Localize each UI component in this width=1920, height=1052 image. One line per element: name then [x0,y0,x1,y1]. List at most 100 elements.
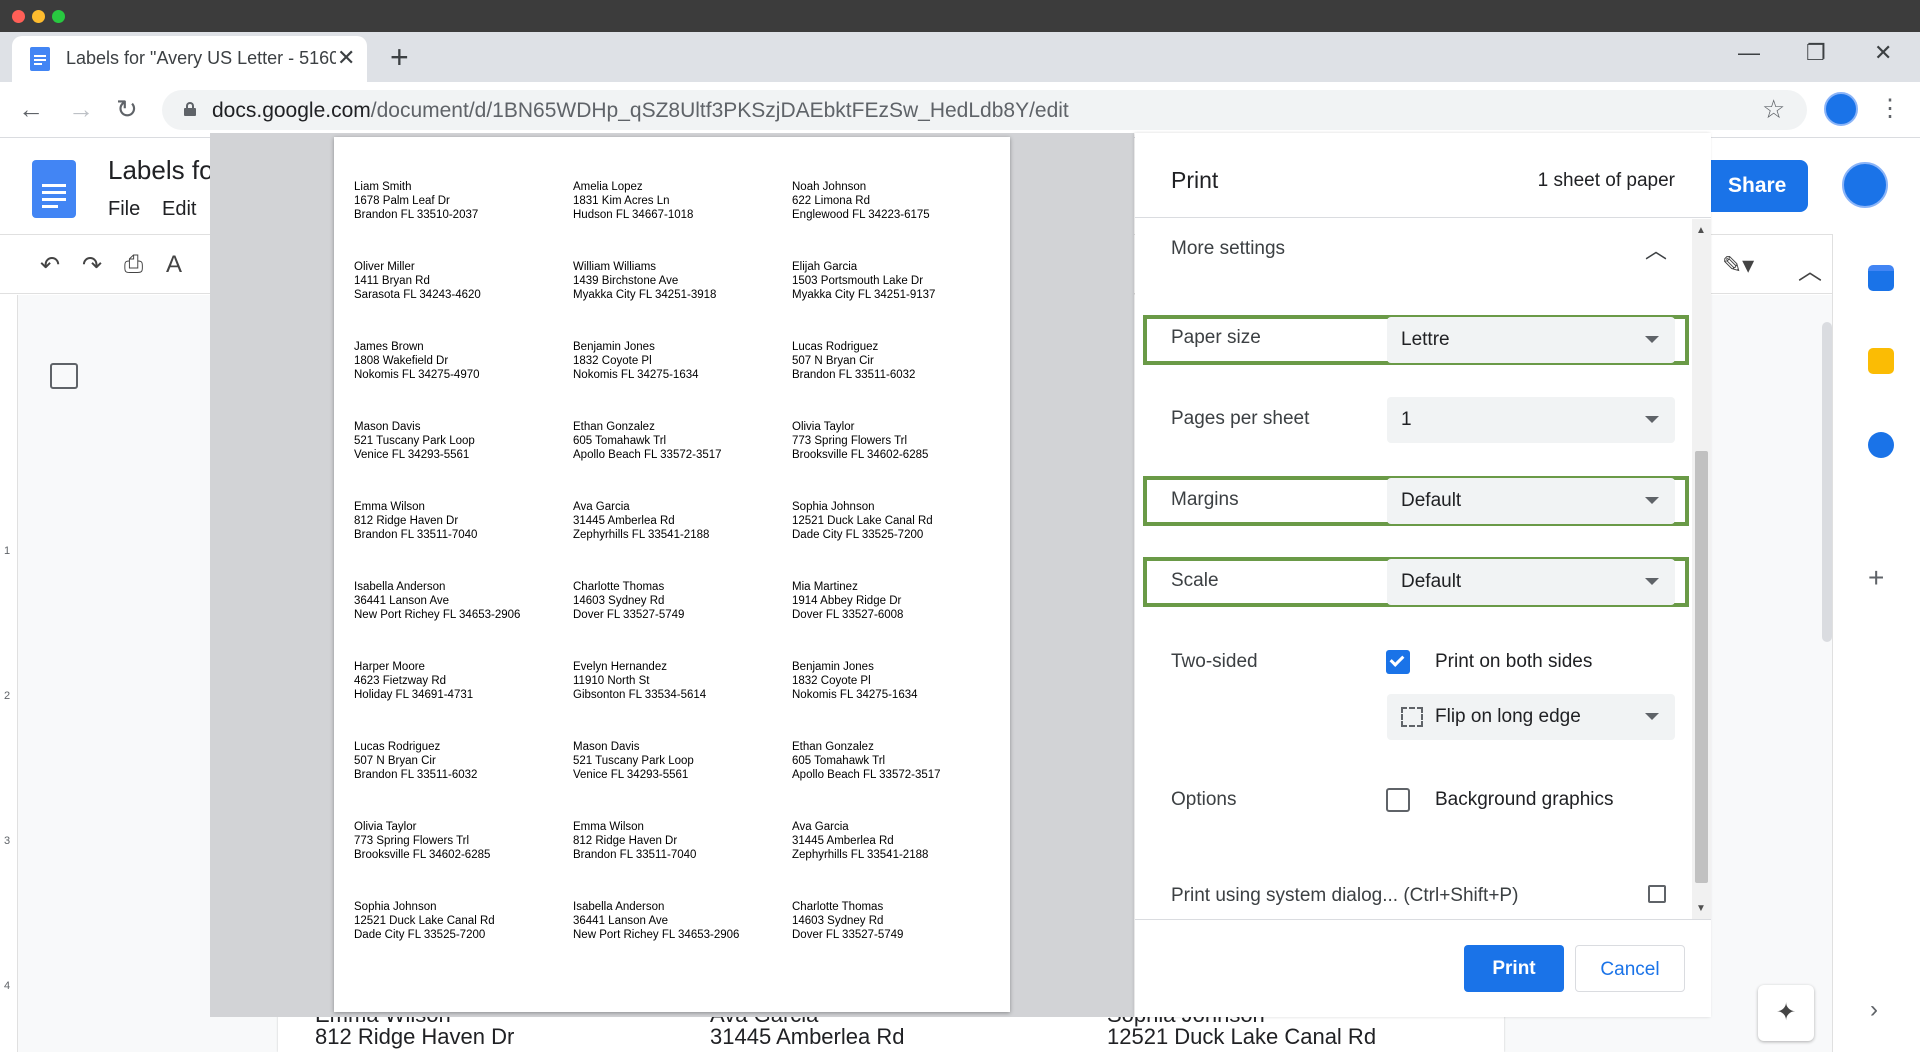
dropdown-arrow-icon [1645,336,1659,343]
label-street: 11910 North St [573,675,650,687]
label-name: Benjamin Jones [573,341,655,353]
label-street: 1503 Portsmouth Lake Dr [792,275,924,287]
close-window-dot[interactable] [12,10,25,23]
spellcheck-icon[interactable]: A [166,251,182,279]
address-label: Olivia Taylor 773 Spring Flowers Trl Brook… [354,820,490,862]
label-street: 14603 Sydney Rd [573,595,665,607]
outline-icon[interactable] [50,363,78,389]
address-label: James Brown 1808 Wakefield Dr Nokomis FL 3… [354,340,480,382]
label-city: Nokomis FL 34275-1634 [573,369,699,381]
margins-value: Default [1401,490,1462,511]
print-dialog: Print 1 sheet of paper More settings ︿ P… [1135,133,1711,1017]
profile-avatar[interactable] [1824,92,1858,126]
dropdown-arrow-icon [1645,578,1659,585]
address-label: Charlotte Thomas 14603 Sydney Rd Dover FL … [792,900,903,942]
open-external-icon[interactable] [1648,885,1666,903]
more-settings-toggle[interactable]: More settings [1171,238,1285,260]
label-name: Ava Garcia [573,501,630,513]
document-title[interactable]: Labels fo [108,155,214,186]
forward-icon[interactable]: → [68,91,94,127]
scale-value: Default [1401,571,1462,592]
label-street: 812 Ridge Haven Dr [354,515,459,527]
label-street: 1411 Bryan Rd [354,275,430,287]
pages-per-sheet-label: Pages per sheet [1171,408,1310,429]
label-name: Ethan Gonzalez [792,741,874,753]
pages-per-sheet-select[interactable]: 1 [1387,397,1675,443]
bookmark-star-icon[interactable]: ☆ [1762,94,1785,125]
address-label: Benjamin Jones 1832 Coyote Pl Nokomis FL 3… [573,340,699,382]
chevron-up-icon[interactable]: ︿ [1645,233,1667,265]
menu-file[interactable]: File [108,198,140,221]
print-both-sides-label: Print on both sides [1435,651,1593,672]
paper-size-label: Paper size [1171,327,1261,348]
close-icon[interactable]: ✕ [1874,40,1892,66]
label-street: 1832 Coyote Pl [792,675,871,687]
add-addon-icon[interactable]: + [1868,562,1884,594]
docs-logo-icon[interactable] [32,160,76,218]
undo-icon[interactable]: ↶ [40,251,60,280]
address-label: Evelyn Hernandez 11910 North St Gibsonton … [573,660,706,702]
new-tab-button[interactable]: + [390,40,409,74]
minimize-window-dot[interactable] [32,10,45,23]
label-city: Apollo Beach FL 33572-3517 [573,449,722,461]
address-label: Sophia Johnson 12521 Duck Lake Canal Rd Da… [354,900,495,942]
footer-divider [1135,919,1711,920]
label-street: 1832 Coyote Pl [573,355,652,367]
tab-close-icon[interactable]: ✕ [337,45,355,71]
zoom-window-dot[interactable] [52,10,65,23]
address-bar[interactable]: docs.google.com/document/d/1BN65WDHp_qSZ… [162,90,1807,130]
print-icon[interactable]: ⎙ [124,251,143,279]
label-city: Brooksville FL 34602-6285 [354,849,491,861]
address-label: Lucas Rodriguez 507 N Bryan Cir Brandon FL… [792,340,915,382]
label-name: Isabella Anderson [354,581,446,593]
calendar-icon[interactable] [1868,265,1894,291]
settings-scroll-thumb[interactable] [1695,451,1708,883]
editing-mode-icon[interactable]: ✎▾ [1722,251,1754,280]
minimize-icon[interactable]: — [1738,40,1760,66]
print-both-sides-checkbox[interactable] [1386,650,1410,674]
two-sided-label: Two-sided [1171,651,1258,672]
label-street: 812 Ridge Haven Dr [573,835,678,847]
system-dialog-link[interactable]: Print using system dialog... (Ctrl+Shift… [1171,885,1518,907]
label-street: 31445 Amberlea Rd [573,515,675,527]
browser-tab[interactable]: Labels for "Avery US Letter - 5160 ✕ [12,36,367,82]
label-name: Isabella Anderson [573,901,665,913]
tasks-icon[interactable] [1868,432,1894,458]
label-city: Nokomis FL 34275-4970 [354,369,480,381]
label-city: Holiday FL 34691-4731 [354,689,474,701]
label-name: Lucas Rodriguez [354,741,441,753]
scroll-up-icon[interactable]: ▲ [1696,225,1706,236]
background-graphics-checkbox[interactable] [1386,788,1410,812]
back-icon[interactable]: ← [18,91,44,127]
keep-icon[interactable] [1868,348,1894,374]
label-city: Sarasota FL 34243-4620 [354,289,481,301]
print-button[interactable]: Print [1464,945,1564,992]
expand-panel-icon[interactable]: › [1870,996,1878,1024]
address-label: Emma Wilson 812 Ridge Haven Dr Brandon FL … [573,820,696,862]
account-avatar[interactable] [1842,162,1888,208]
label-city: Dover FL 33527-6008 [792,609,904,621]
dropdown-arrow-icon [1645,713,1659,720]
menu-edit[interactable]: Edit [162,198,196,221]
background-graphics-label: Background graphics [1435,789,1614,810]
cancel-button[interactable]: Cancel [1575,945,1685,992]
scale-select[interactable]: Default [1387,559,1675,605]
paper-size-select[interactable]: Lettre [1387,317,1675,363]
label-name: Lucas Rodriguez [792,341,879,353]
restore-icon[interactable]: ❐ [1806,40,1826,66]
explore-icon[interactable]: ✦ [1758,985,1814,1041]
redo-icon[interactable]: ↷ [82,251,102,280]
margins-select[interactable]: Default [1387,478,1675,524]
scroll-down-icon[interactable]: ▼ [1696,903,1706,914]
sheet-count: 1 sheet of paper [1537,170,1675,191]
reload-icon[interactable]: ↻ [116,91,138,127]
collapse-toolbar-icon[interactable]: ︿ [1798,251,1822,286]
label-street: 622 Limona Rd [792,195,870,207]
label-city: Venice FL 34293-5561 [354,449,470,461]
browser-menu-icon[interactable]: ⋮ [1878,92,1902,126]
doc-scrollbar[interactable] [1822,322,1832,642]
checkmark-icon [1389,652,1405,667]
flip-select[interactable]: Flip on long edge [1387,694,1675,740]
label-city: Myakka City FL 34251-9137 [792,289,936,301]
label-name: Mason Davis [573,741,640,753]
